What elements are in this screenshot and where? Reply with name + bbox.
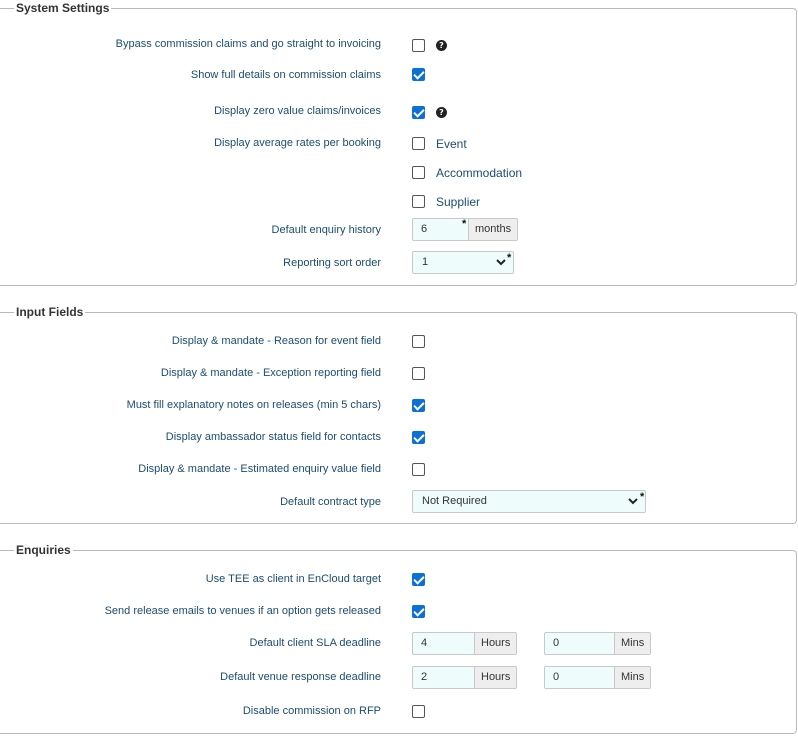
sort-order-select[interactable]: 1	[412, 251, 514, 274]
ambassador-status-checkbox[interactable]	[412, 431, 425, 444]
enquiries-title: Enquiries	[14, 543, 73, 557]
venue-response-hours-input[interactable]: 2	[412, 666, 475, 689]
contract-type-value: Not Required	[422, 495, 487, 507]
release-emails-checkbox[interactable]	[412, 605, 425, 618]
full-details-label: Show full details on commission claims	[190, 69, 381, 81]
exception-field-checkbox[interactable]	[412, 367, 425, 380]
avg-rates-accommodation-checkbox[interactable]	[412, 166, 425, 179]
client-sla-mins-unit: Mins	[615, 632, 652, 655]
sort-order-value: 1	[422, 256, 429, 268]
release-emails-label: Send release emails to venues if an opti…	[104, 605, 381, 617]
disable-commission-checkbox[interactable]	[412, 705, 425, 718]
explanatory-notes-label: Must fill explanatory notes on releases …	[126, 399, 381, 411]
enquiries-section: Enquiries Use TEE as client in EnCloud t…	[0, 543, 797, 734]
chevron-down-icon	[628, 498, 638, 505]
avg-rates-supplier-label: Supplier	[436, 195, 481, 209]
full-details-checkbox[interactable]	[412, 68, 425, 81]
contract-type-label: Default contract type	[280, 496, 381, 508]
avg-rates-event-checkbox[interactable]	[412, 137, 425, 150]
bypass-commission-checkbox[interactable]	[412, 39, 425, 52]
disable-commission-label: Disable commission on RFP	[242, 705, 381, 717]
chevron-down-icon	[496, 259, 506, 266]
system-settings-title: System Settings	[14, 1, 112, 15]
enquiry-history-unit: months	[469, 218, 519, 241]
required-asterisk: *	[507, 252, 512, 264]
tee-client-label: Use TEE as client in EnCloud target	[205, 573, 381, 585]
client-sla-label: Default client SLA deadline	[249, 637, 381, 649]
reason-field-label: Display & mandate - Reason for event fie…	[171, 335, 381, 347]
zero-value-label: Display zero value claims/invoices	[214, 105, 381, 117]
reason-field-checkbox[interactable]	[412, 335, 425, 348]
venue-response-mins-input[interactable]: 0	[544, 666, 615, 689]
help-icon[interactable]: ?	[436, 40, 447, 51]
client-sla-hours-unit: Hours	[475, 632, 518, 655]
sort-order-label: Reporting sort order	[283, 257, 381, 269]
venue-response-hours-unit: Hours	[475, 666, 518, 689]
help-icon[interactable]: ?	[436, 107, 447, 118]
required-asterisk: *	[462, 218, 467, 230]
estimated-value-checkbox[interactable]	[412, 463, 425, 476]
avg-rates-accommodation-label: Accommodation	[436, 166, 523, 180]
explanatory-notes-checkbox[interactable]	[412, 399, 425, 412]
ambassador-status-label: Display ambassador status field for cont…	[165, 431, 381, 443]
venue-response-label: Default venue response deadline	[220, 671, 381, 683]
exception-field-label: Display & mandate - Exception reporting …	[160, 367, 381, 379]
input-fields-section: Input Fields Display & mandate - Reason …	[0, 305, 797, 524]
avg-rates-event-label: Event	[436, 137, 467, 151]
tee-client-checkbox[interactable]	[412, 573, 425, 586]
required-asterisk: *	[640, 491, 645, 503]
enquiry-history-label: Default enquiry history	[271, 224, 381, 236]
client-sla-hours-input[interactable]: 4	[412, 632, 475, 655]
avg-rates-supplier-checkbox[interactable]	[412, 195, 425, 208]
contract-type-select[interactable]: Not Required	[412, 490, 646, 513]
system-settings-section: System Settings Bypass commission claims…	[0, 1, 797, 286]
client-sla-mins-input[interactable]: 0	[544, 632, 615, 655]
avg-rates-label: Display average rates per booking	[214, 137, 381, 149]
estimated-value-label: Display & mandate - Estimated enquiry va…	[138, 463, 381, 475]
enquiry-history-input[interactable]: 6	[412, 218, 469, 241]
zero-value-checkbox[interactable]	[412, 106, 425, 119]
input-fields-title: Input Fields	[14, 305, 86, 319]
venue-response-mins-unit: Mins	[615, 666, 652, 689]
bypass-commission-label: Bypass commission claims and go straight…	[115, 38, 381, 50]
